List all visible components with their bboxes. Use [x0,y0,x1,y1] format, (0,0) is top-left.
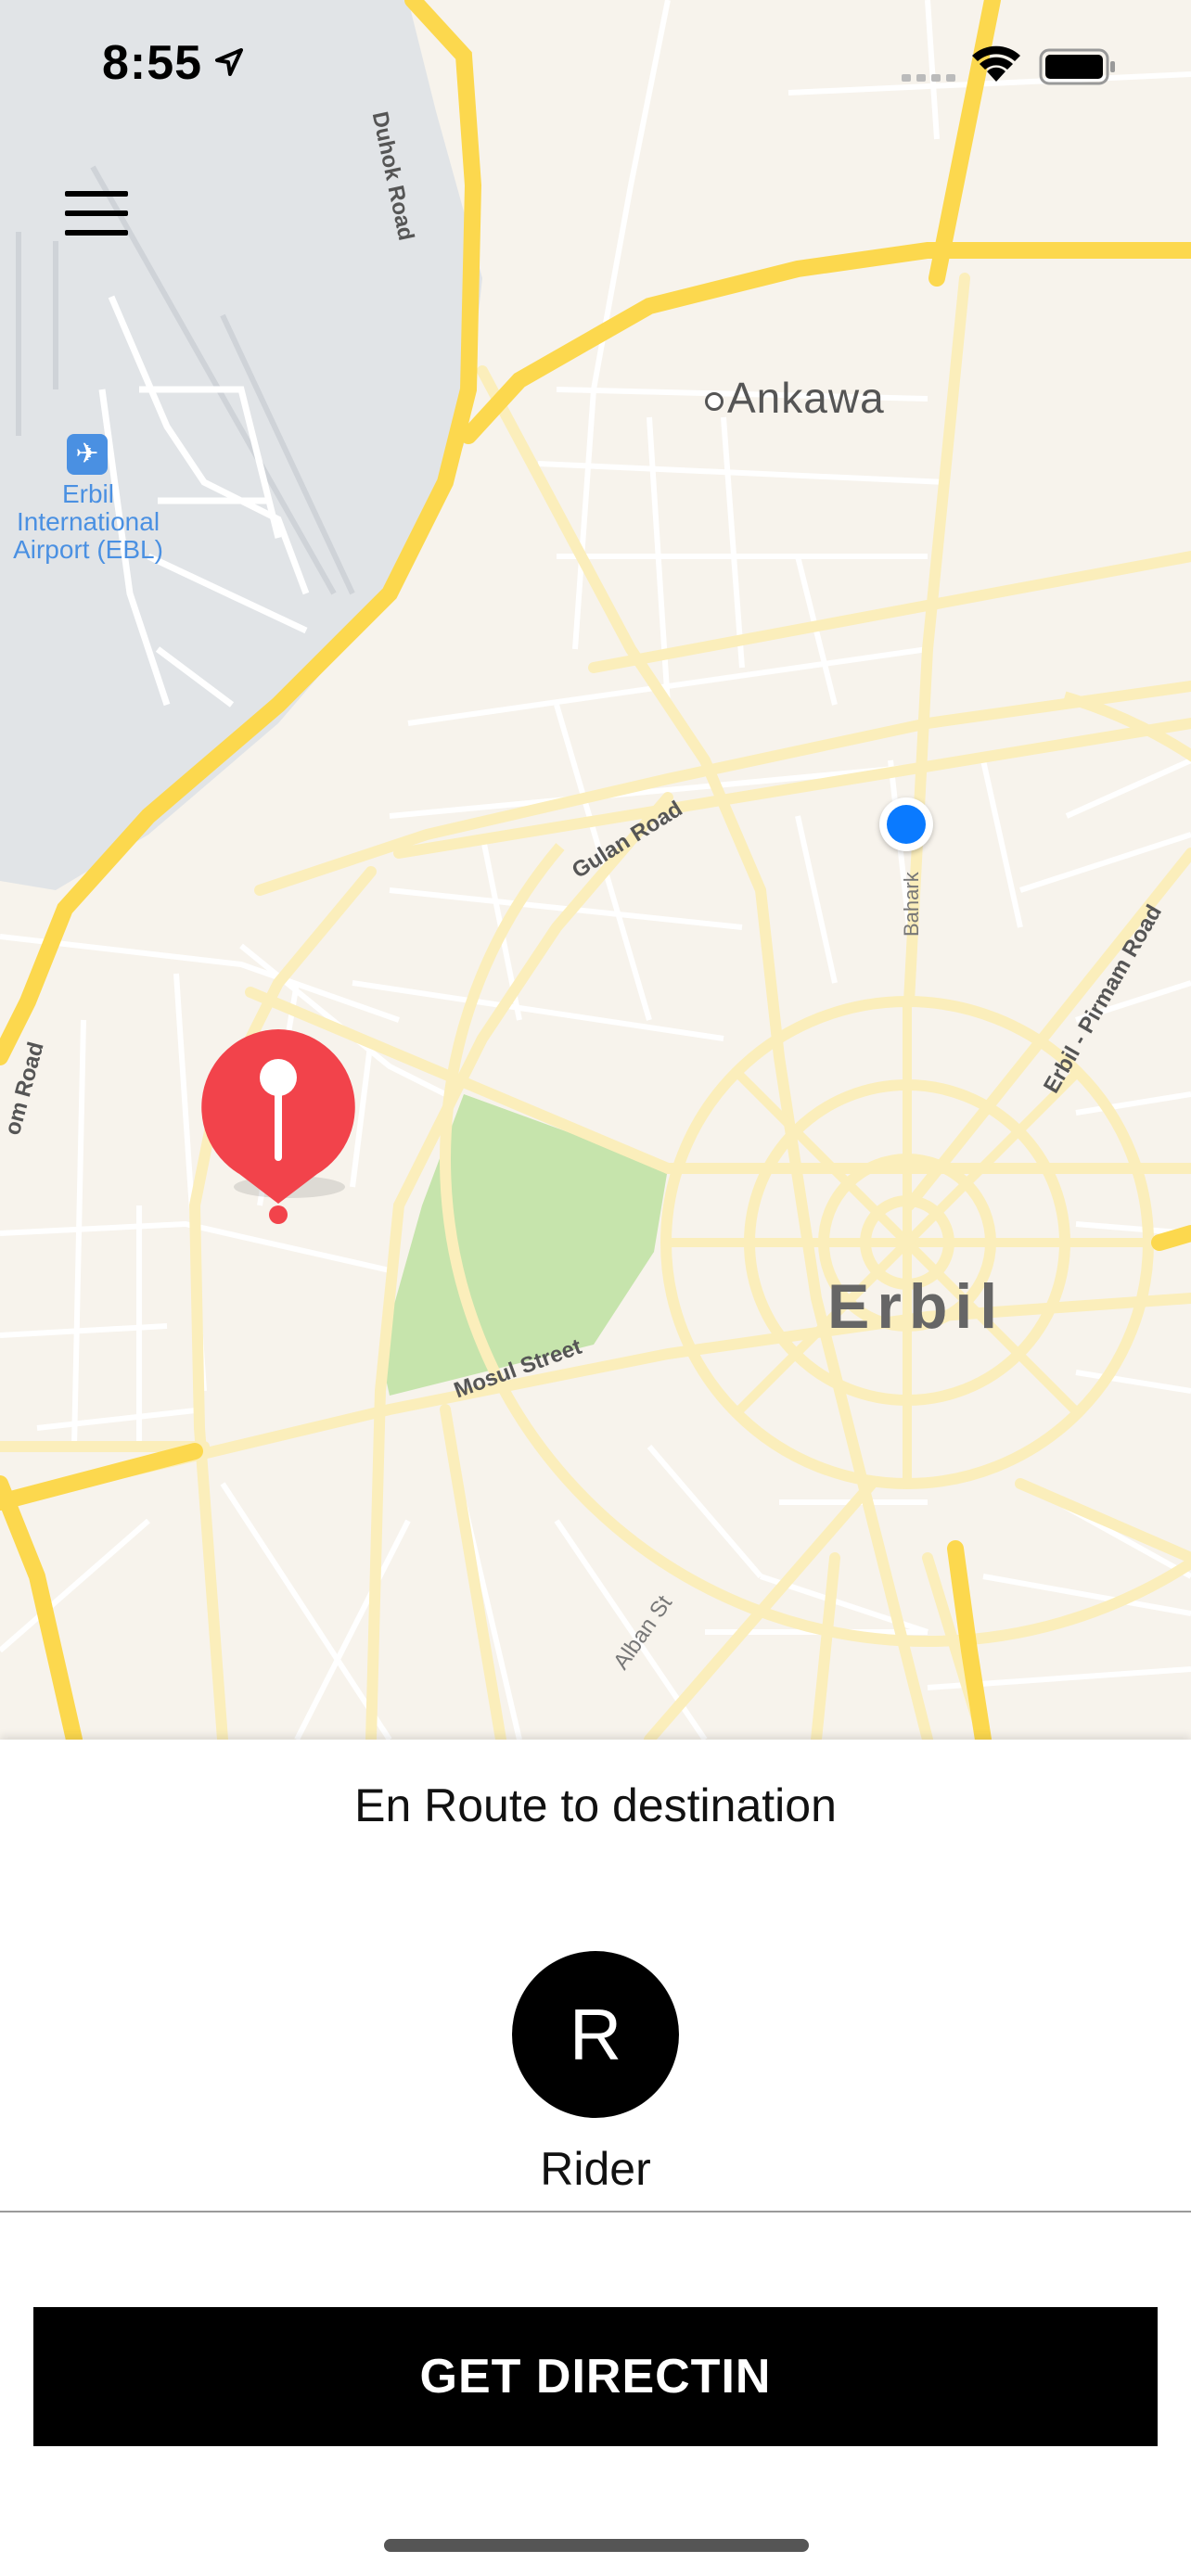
rider-name: Rider [540,2143,651,2195]
home-indicator[interactable] [384,2539,809,2552]
airport-icon: ✈ [67,434,108,475]
location-arrow-icon [215,48,243,76]
cellular-signal-icon [902,74,955,82]
map-label-ankawa: Ankawa [705,373,885,423]
destination-pin[interactable] [200,1029,356,1228]
map-label-erbil: Erbil [827,1271,1005,1342]
user-location-dot [879,797,933,851]
get-directions-button[interactable]: GET DIRECTIN [33,2307,1158,2446]
battery-icon [1039,48,1115,85]
map-label-airport: Erbil International Airport (EBL) [13,479,163,564]
map-label-bahark: Bahark [900,872,923,937]
status-bar: 8:55 [0,0,1191,130]
rider-avatar[interactable]: R [512,1951,679,2118]
trip-status-text: En Route to destination [354,1779,837,1831]
status-time: 8:55 [102,36,203,90]
map-view[interactable]: Ankawa Erbil ✈ Erbil International Airpo… [0,0,1191,1740]
divider [0,2211,1191,2213]
wifi-icon [972,45,1020,82]
trip-status-sheet: En Route to destination R Rider GET DIRE… [0,1740,1191,2576]
hamburger-menu-icon[interactable] [59,184,134,243]
